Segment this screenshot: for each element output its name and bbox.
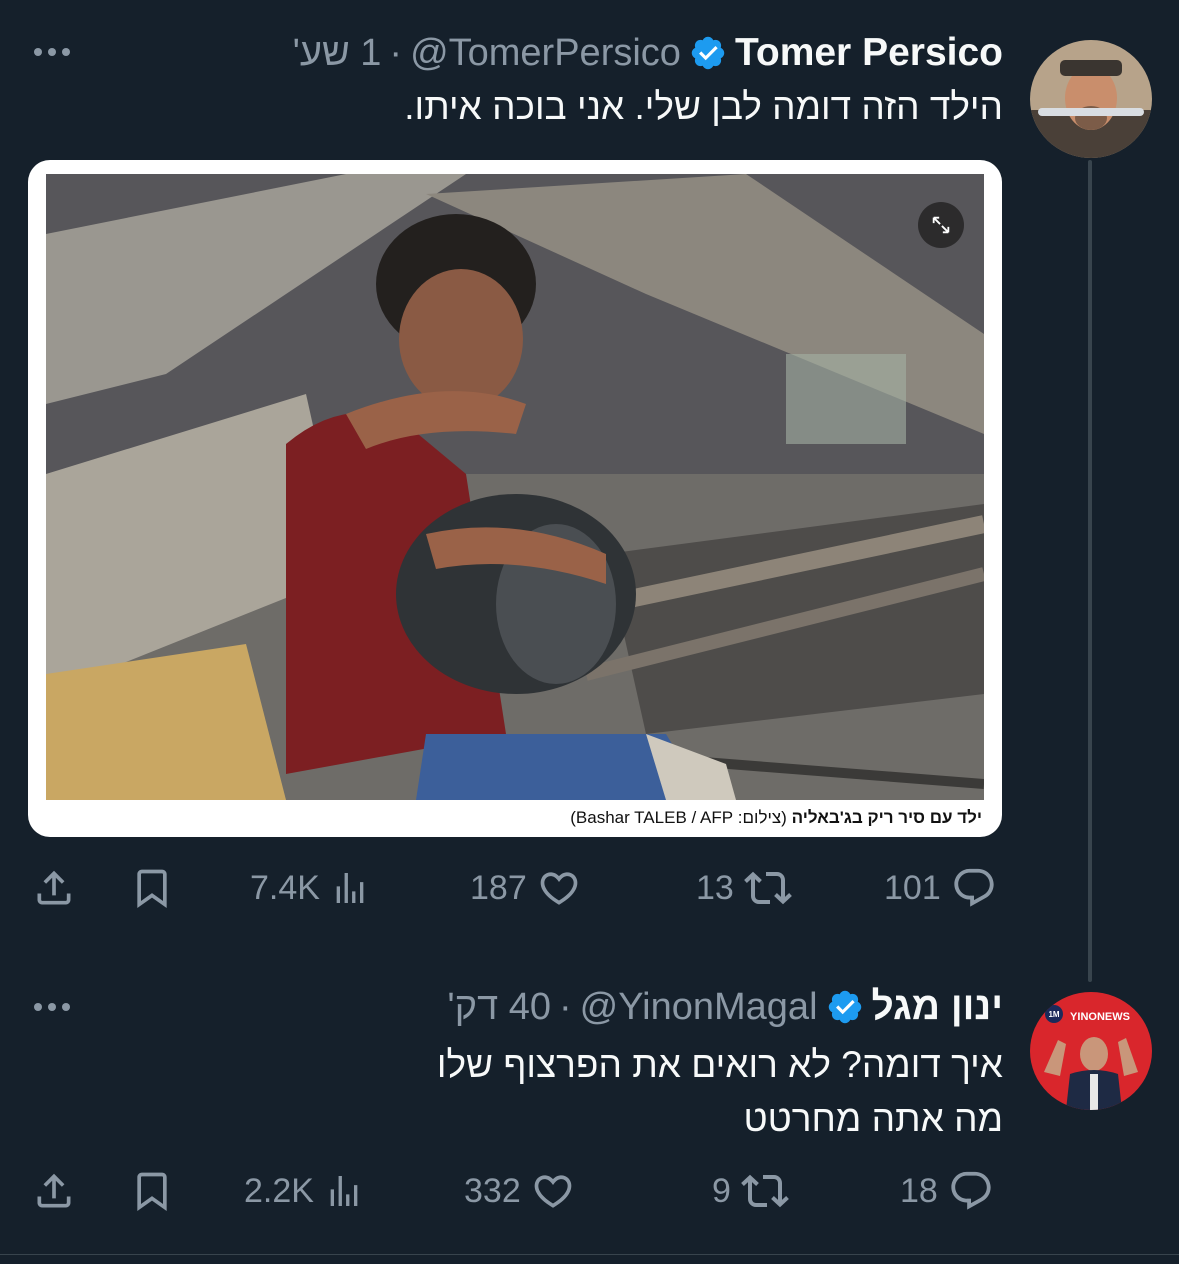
- retweet-icon: [743, 871, 792, 905]
- separator-dot: ·: [559, 985, 572, 1028]
- views-icon: [330, 1176, 358, 1206]
- like-count: 332: [464, 1171, 521, 1210]
- tweet1-time[interactable]: 1 שע': [293, 32, 382, 75]
- avatar-yinon-magal[interactable]: 1M YINONEWS: [1030, 992, 1152, 1110]
- expand-icon[interactable]: [918, 202, 964, 248]
- bookmark-icon: [137, 1172, 167, 1212]
- tweet2-handle[interactable]: @YinonMagal: [580, 986, 818, 1029]
- tweet2-author-name[interactable]: ינון מגל: [872, 985, 1003, 1029]
- like-button[interactable]: 187: [470, 858, 581, 918]
- retweet-count: 9: [712, 1171, 731, 1210]
- more-icon[interactable]: [34, 48, 70, 56]
- avatar-tomer-persico[interactable]: [1030, 40, 1152, 158]
- separator-dot: ·: [389, 31, 403, 74]
- retweet-button[interactable]: 9: [712, 1161, 789, 1221]
- reply-count: 18: [900, 1171, 938, 1210]
- avatar-badge-text: 1M: [1048, 1010, 1059, 1019]
- tweet2-text-line2: מה אתה מחרטט: [743, 1098, 1003, 1139]
- retweet-count: 13: [696, 868, 734, 907]
- tweet2-actions: 2.2K 332 9 18: [0, 1161, 1179, 1221]
- tweet2-text-line1: איך דומה? לא רואים את הפרצוף שלו: [436, 1044, 1003, 1085]
- reply-icon: [954, 868, 994, 907]
- views-icon: [336, 873, 364, 903]
- tweet1-handle[interactable]: @TomerPersico: [410, 32, 681, 75]
- views-button[interactable]: 2.2K: [244, 1161, 364, 1221]
- share-button[interactable]: [32, 1161, 76, 1221]
- verified-icon: [689, 34, 727, 72]
- reply-icon: [951, 1171, 991, 1210]
- bookmark-icon: [137, 869, 167, 909]
- like-count: 187: [470, 868, 527, 907]
- more-icon[interactable]: [34, 1003, 70, 1011]
- reply-count: 101: [884, 868, 941, 907]
- reply-button[interactable]: 18: [900, 1161, 994, 1221]
- media-caption-main: ילד עם סיר ריק בג'באליה: [791, 808, 982, 827]
- like-icon: [540, 872, 578, 905]
- tweet2-text: איך דומה? לא רואים את הפרצוף שלו מה אתה …: [203, 1038, 1003, 1146]
- bookmark-button[interactable]: [130, 1161, 174, 1221]
- views-count: 2.2K: [244, 1171, 314, 1210]
- photo-boy-with-pot: [46, 174, 984, 800]
- retweet-button[interactable]: 13: [696, 858, 792, 918]
- verified-icon: [826, 988, 864, 1026]
- tweet1-text: הילד הזה דומה לבן שלי. אני בוכה איתו.: [404, 86, 1003, 127]
- views-button[interactable]: 7.4K: [250, 858, 370, 918]
- views-count: 7.4K: [250, 868, 320, 907]
- media-caption-credit: (צילום: Bashar TALEB / AFP): [570, 808, 787, 827]
- tweet1-author-name[interactable]: Tomer Persico: [735, 31, 1003, 75]
- share-icon: [37, 870, 71, 905]
- tweet1-header: Tomer Persico @TomerPersico · 1 שע': [293, 28, 1003, 78]
- retweet-icon: [741, 1174, 789, 1208]
- tweet2-header: ינון מגל @YinonMagal · 40 דק': [447, 982, 1003, 1032]
- tweet1-actions: 7.4K 187 13 101: [0, 858, 1179, 918]
- bookmark-button[interactable]: [130, 858, 174, 918]
- avatar-brand-text: YINONEWS: [1070, 1011, 1130, 1023]
- media-caption: ילד עם סיר ריק בג'באליה (צילום: Bashar T…: [570, 808, 982, 828]
- share-icon: [37, 1173, 71, 1208]
- reply-button[interactable]: 101: [884, 858, 997, 918]
- share-button[interactable]: [32, 858, 76, 918]
- divider: [0, 1254, 1179, 1255]
- tweet2-time[interactable]: 40 דק': [447, 986, 551, 1029]
- like-icon: [534, 1175, 572, 1208]
- like-button[interactable]: 332: [464, 1161, 575, 1221]
- tweet1-media[interactable]: ילד עם סיר ריק בג'באליה (צילום: Bashar T…: [28, 160, 1002, 837]
